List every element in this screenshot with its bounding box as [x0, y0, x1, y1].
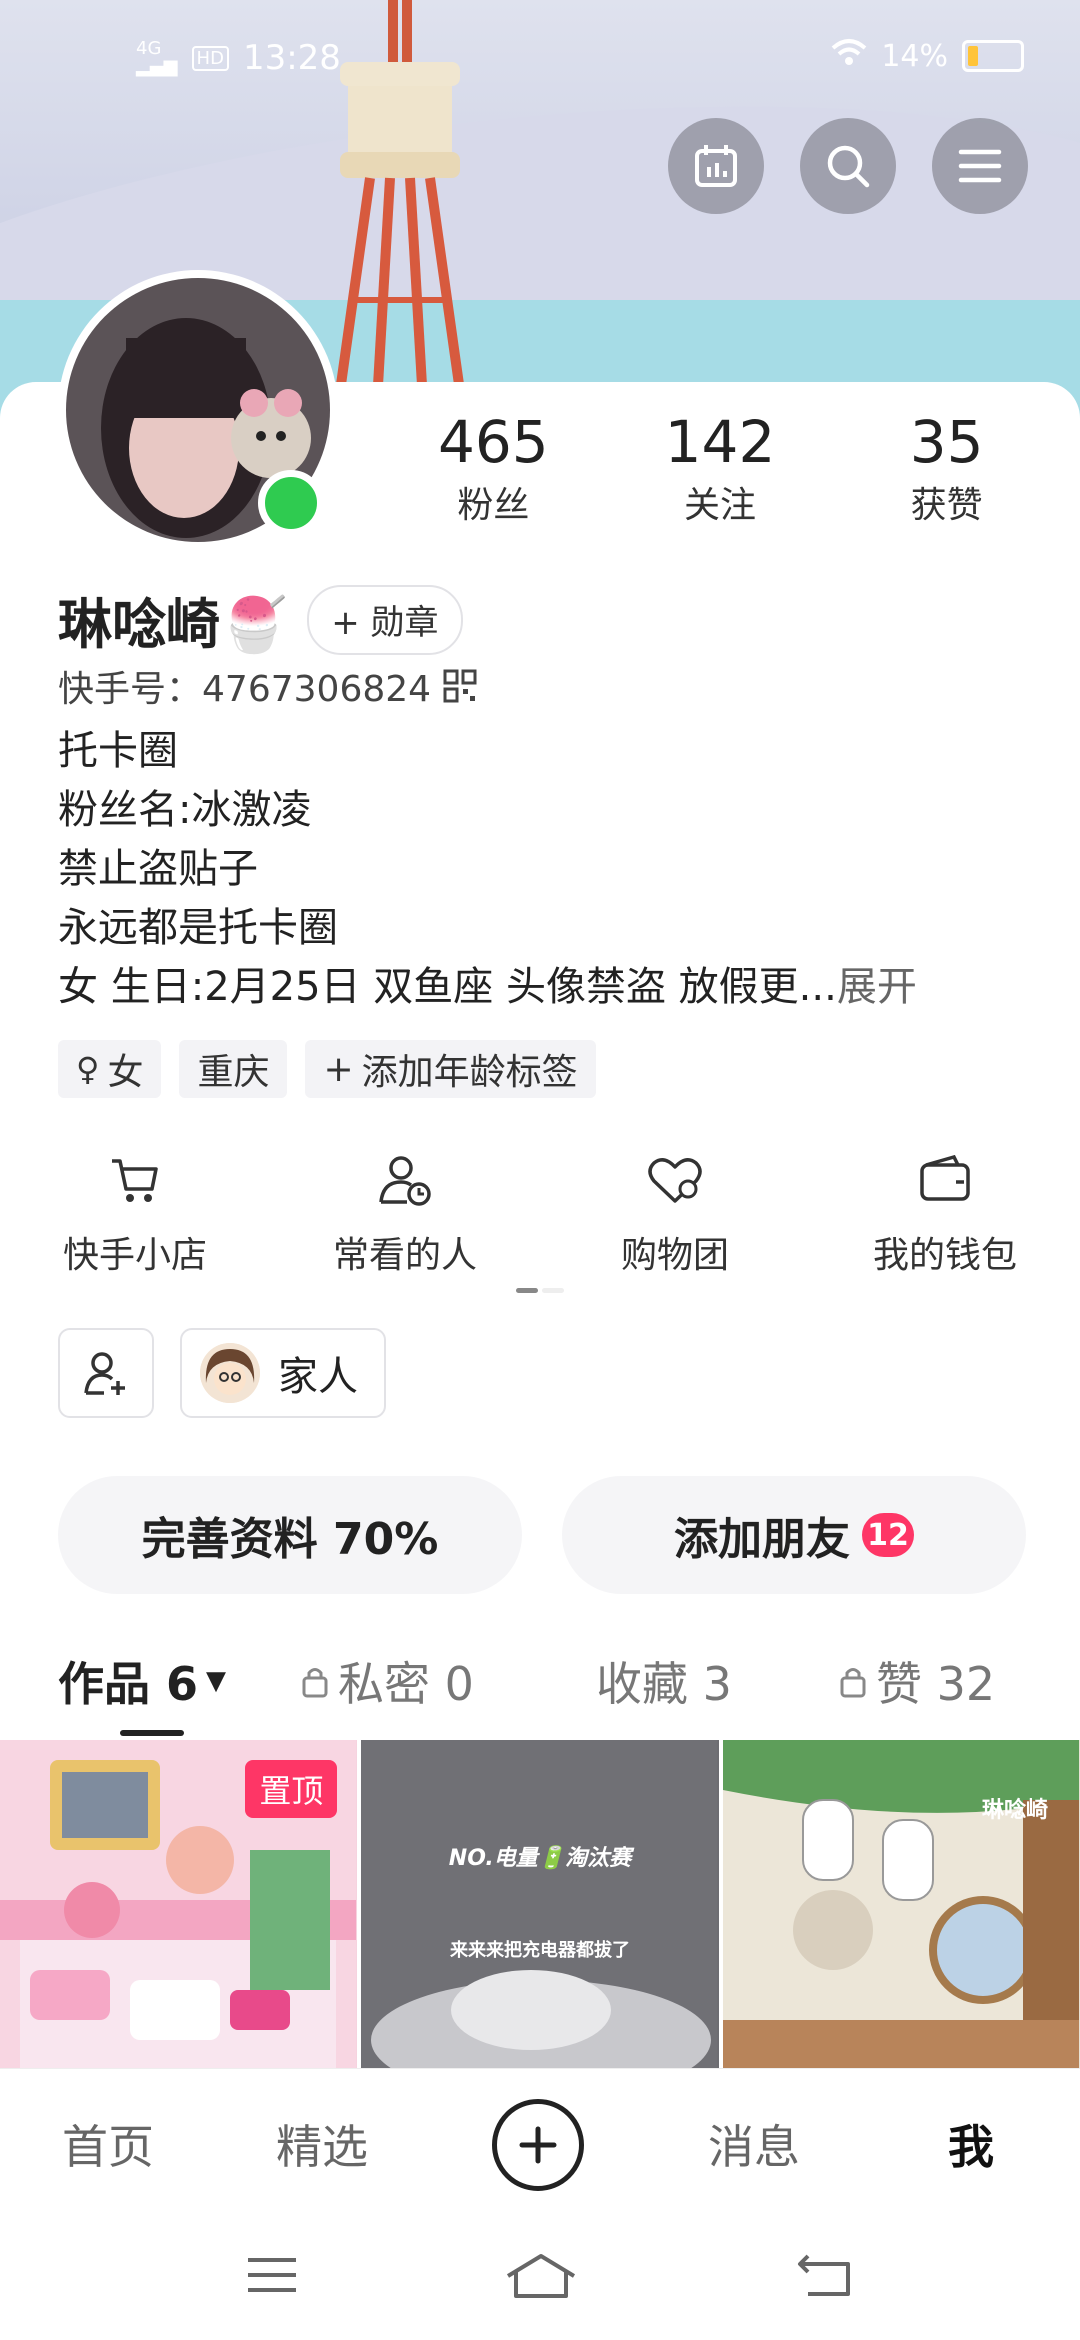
- hd-icon: HD: [191, 45, 229, 71]
- battery-percent: 14%: [881, 38, 948, 74]
- profile-name: 琳唸崎🍧: [58, 593, 288, 656]
- system-nav-bar: [0, 2218, 1080, 2340]
- shortcut-shop[interactable]: 快手小店: [0, 1148, 270, 1278]
- clock: 13:28: [242, 38, 341, 78]
- search-icon: [827, 145, 870, 188]
- bio-line: 托卡圈: [58, 728, 178, 774]
- back-icon[interactable]: [796, 2252, 854, 2298]
- stat-value: 142: [664, 408, 776, 476]
- tab-works[interactable]: 作品 6 ▼: [58, 1648, 226, 1714]
- tag-location[interactable]: 重庆: [179, 1040, 288, 1098]
- tab-likes[interactable]: 赞 32: [838, 1648, 995, 1714]
- post-image: [361, 1740, 718, 2068]
- female-icon: ♀: [76, 1050, 100, 1088]
- post-watermark: 琳唸崎: [981, 1798, 1048, 1823]
- shaved-ice-emoji: 🍧: [220, 593, 288, 656]
- shortcut-group-buy[interactable]: 购物团: [540, 1148, 810, 1278]
- qr-code-icon[interactable]: [443, 669, 477, 703]
- menu-icon: [958, 149, 1002, 183]
- stat-followers[interactable]: 465 粉丝: [380, 410, 607, 528]
- family-label: 家人: [278, 1354, 358, 1400]
- bio-line: 禁止盗贴子: [58, 846, 258, 892]
- shortcut-label: 购物团: [620, 1235, 729, 1276]
- post-grid: 置顶 NO.电量🔋淘汰赛 来来来把充电器都拔了 琳唸崎: [0, 1740, 1080, 2068]
- plus-icon: +: [323, 1048, 354, 1090]
- add-friends-button[interactable]: 添加朋友 12: [562, 1476, 1026, 1594]
- shortcut-label: 快手小店: [62, 1235, 207, 1276]
- kuaishou-id: 4767306824: [202, 669, 432, 710]
- battery-icon: [962, 40, 1024, 72]
- nav-home[interactable]: 首页: [62, 2111, 154, 2177]
- lock-icon: [840, 1668, 866, 1698]
- complete-profile-button[interactable]: 完善资料 70%: [58, 1476, 522, 1594]
- nav-me[interactable]: 我: [948, 2111, 994, 2177]
- shortcut-wallet[interactable]: 我的钱包: [810, 1148, 1080, 1278]
- add-contact-button[interactable]: [58, 1328, 154, 1418]
- shortcut-frequent[interactable]: 常看的人: [270, 1148, 540, 1278]
- stat-label: 获赞: [910, 485, 983, 526]
- signal-icon: 4G ▂▄▆: [136, 38, 178, 77]
- active-tab-indicator: [120, 1730, 184, 1736]
- stat-value: 465: [437, 408, 549, 476]
- menu-button[interactable]: [932, 118, 1028, 214]
- caret-down-icon: ▼: [206, 1666, 227, 1696]
- tag-label: 女: [107, 1052, 144, 1093]
- post-thumbnail[interactable]: NO.电量🔋淘汰赛 来来来把充电器都拔了: [361, 1740, 719, 2068]
- wifi-icon: [831, 38, 867, 74]
- nav-featured[interactable]: 精选: [276, 2111, 368, 2177]
- status-bar: 4G ▂▄▆ HD 13:28 14%: [0, 0, 1080, 120]
- add-user-icon: [84, 1352, 125, 1395]
- nav-messages[interactable]: 消息: [708, 2111, 800, 2177]
- stat-label: 关注: [684, 485, 757, 526]
- bio[interactable]: 托卡圈 粉丝名:冰激凌 禁止盗贴子 永远都是托卡圈 女 生日:2月25日 双鱼座…: [58, 722, 917, 1017]
- family-avatar: [200, 1343, 260, 1403]
- family-button[interactable]: 家人: [180, 1328, 386, 1418]
- calendar-icon: [695, 145, 737, 187]
- post-thumbnail[interactable]: 置顶: [0, 1740, 358, 2068]
- recent-apps-icon[interactable]: [244, 2252, 300, 2298]
- tab-private[interactable]: 私密 0: [300, 1648, 474, 1714]
- stat-following[interactable]: 142 关注: [607, 410, 834, 528]
- search-button[interactable]: [800, 118, 896, 214]
- shortcut-label: 我的钱包: [872, 1235, 1017, 1276]
- calendar-button[interactable]: [668, 118, 764, 214]
- heart-icon: [648, 1158, 702, 1203]
- tag-add-age[interactable]: + 添加年龄标签: [305, 1040, 596, 1098]
- shortcut-label: 常看的人: [332, 1235, 477, 1276]
- online-status-dot: [258, 470, 324, 536]
- plus-icon: [519, 2126, 557, 2164]
- kuaishou-id-row[interactable]: 快手号：4767306824: [58, 660, 477, 712]
- tag-label: 重庆: [197, 1052, 270, 1093]
- post-title: NO.电量🔋淘汰赛: [448, 1846, 632, 1871]
- post-image: [722, 1740, 1079, 2068]
- tag-label: 添加年龄标签: [361, 1052, 578, 1093]
- wallet-icon: [920, 1155, 970, 1201]
- add-badge-button[interactable]: + 勋章: [307, 584, 463, 655]
- stat-value: 35: [909, 408, 984, 476]
- bio-line: 女 生日:2月25日 双鱼座 头像禁盗 放假更...展开: [58, 964, 917, 1010]
- cart-icon: [112, 1159, 158, 1202]
- expand-bio-link[interactable]: 展开: [837, 964, 917, 1010]
- create-post-button[interactable]: [492, 2099, 584, 2191]
- stats-row: 465 粉丝 142 关注 35 获赞: [380, 410, 1060, 528]
- stat-likes[interactable]: 35 获赞: [833, 410, 1060, 528]
- stat-label: 粉丝: [457, 485, 530, 526]
- bio-line: 永远都是托卡圈: [58, 905, 338, 951]
- tag-gender[interactable]: ♀ 女: [58, 1040, 162, 1098]
- content-tabs: 作品 6 ▼ 私密 0 收藏 3 赞 32: [0, 1648, 1080, 1728]
- shortcut-page-indicator: [516, 1288, 564, 1293]
- lock-icon: [302, 1668, 328, 1698]
- post-thumbnail[interactable]: 琳唸崎: [722, 1740, 1080, 2068]
- tab-favorites[interactable]: 收藏 3: [596, 1648, 732, 1714]
- bottom-nav: 首页 精选 消息 我: [0, 2068, 1080, 2219]
- bio-line: 粉丝名:冰激凌: [58, 787, 312, 833]
- friend-request-count-badge: 12: [862, 1513, 914, 1557]
- post-caption: 来来来把充电器都拔了: [449, 1940, 630, 1961]
- home-icon[interactable]: [504, 2252, 578, 2300]
- user-clock-icon: [379, 1156, 431, 1206]
- pinned-badge: 置顶: [245, 1760, 338, 1818]
